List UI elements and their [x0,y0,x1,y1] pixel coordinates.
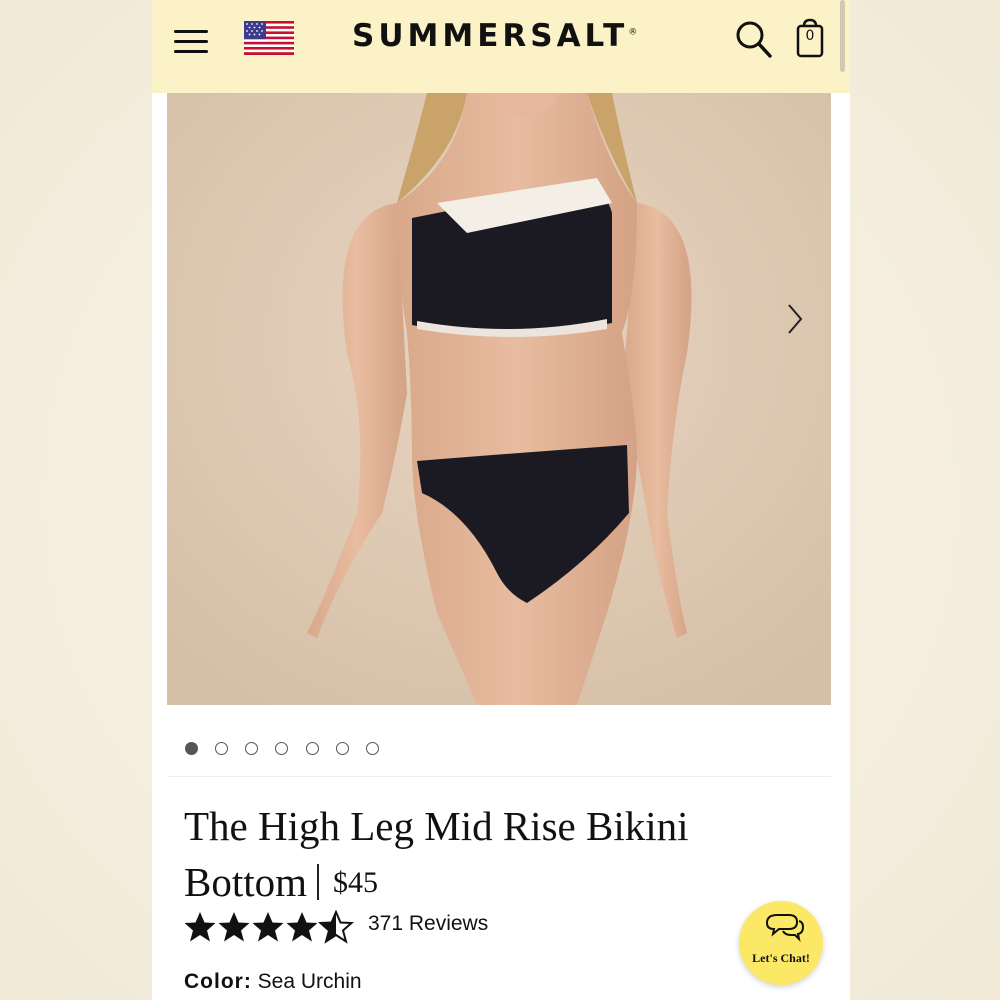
model-illustration [167,93,831,705]
product-photo[interactable] [167,93,831,705]
cart-icon[interactable]: 0 [794,18,826,60]
site-header: SUMMERSALT® 0 [152,0,850,93]
carousel-dot[interactable] [185,742,198,755]
brand-logo[interactable]: SUMMERSALT® [352,18,662,54]
color-value: Sea Urchin [257,970,362,993]
scrollbar[interactable] [840,0,845,72]
product-title-text: The High Leg Mid Rise Bikini Bottom [184,803,689,905]
chat-label: Let's Chat! [752,951,810,965]
carousel-dot[interactable] [336,742,349,755]
product-price: $45 [333,866,379,899]
price-separator [317,864,320,900]
product-title: The High Leg Mid Rise Bikini Bottom $45 [184,798,784,911]
carousel-dot[interactable] [306,742,319,755]
menu-icon[interactable] [174,27,210,55]
star-rating[interactable] [184,910,354,944]
carousel-dot[interactable] [275,742,288,755]
color-selection: Color: Sea Urchin [184,970,362,994]
color-label: Color: [184,970,252,993]
us-flag-icon[interactable] [244,21,294,55]
carousel-dot[interactable] [245,742,258,755]
chat-bubbles-icon [765,914,805,943]
chevron-right-icon[interactable] [783,301,807,337]
star-icon [184,912,318,942]
mobile-page: SUMMERSALT® 0 The High Leg Mid Rise Biki… [152,0,850,1000]
chat-button[interactable]: Let's Chat! [739,901,823,985]
carousel-dot[interactable] [366,742,379,755]
divider [167,776,831,777]
half-star-icon [317,910,354,944]
cart-count: 0 [805,28,815,44]
search-icon[interactable] [734,18,774,60]
carousel-dot[interactable] [215,742,228,755]
reviews-link[interactable]: 371 Reviews [368,912,488,936]
